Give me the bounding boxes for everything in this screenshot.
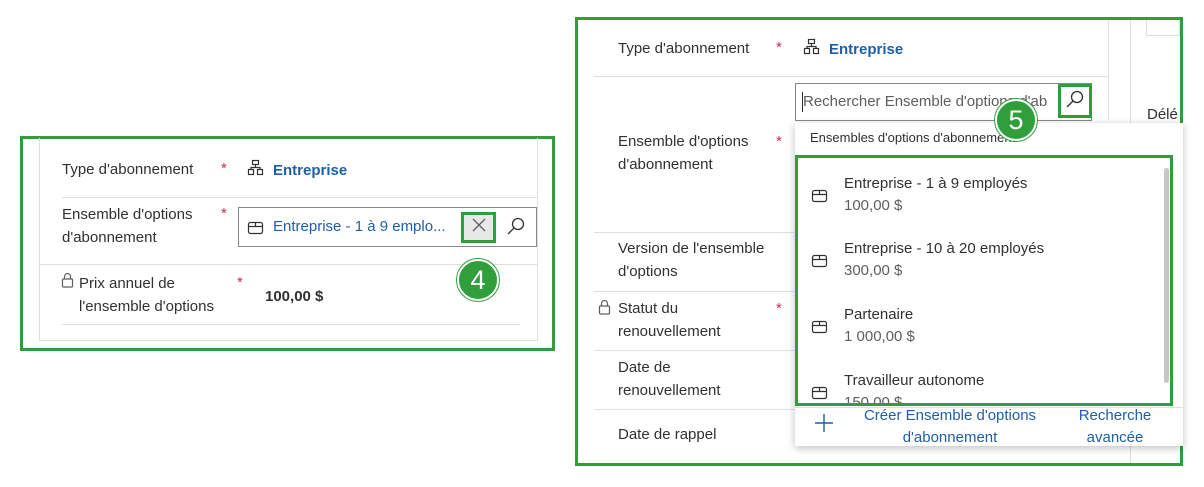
result-name: Travailleur autonome [844,372,985,389]
reminder-date-label: Date de rappel [618,426,717,443]
result-price: 300,00 $ [844,262,903,279]
row-divider [594,76,1108,77]
result-name: Entreprise - 1 à 9 employés [844,175,1028,192]
lock-icon [598,299,611,320]
required-indicator: * [776,133,782,150]
search-icon [506,217,526,240]
option-set-label: Ensemble d'options d'abonnement [62,206,193,246]
required-indicator: * [776,39,782,56]
search-button[interactable] [1058,84,1092,118]
renewal-date-label: Date de renouvellement [618,359,721,399]
plus-icon [813,414,835,438]
row-divider [594,291,794,292]
package-icon [811,318,828,340]
callout-badge-4: 4 [457,259,499,301]
search-icon [1065,89,1085,114]
new-record-button[interactable] [813,412,835,439]
subscription-type-value[interactable]: Entreprise [803,38,903,60]
package-icon [811,384,828,403]
result-price: 1 000,00 $ [844,328,915,345]
result-item[interactable]: Partenaire 1 000,00 $ [798,306,1168,372]
result-price: 100,00 $ [844,197,903,214]
clear-selection-button[interactable] [461,212,496,243]
far-right-box [1146,20,1180,36]
dropdown-header: Ensembles d'options d'abonnement [810,130,1016,145]
row-divider [594,409,794,410]
hierarchy-icon [803,38,820,60]
hierarchy-icon [247,159,264,181]
renewal-status-label: Statut du renouvellement [618,300,721,340]
subscription-type-link[interactable]: Entreprise [273,162,347,179]
result-item[interactable]: Entreprise - 1 à 9 employés 100,00 $ [798,175,1168,241]
required-indicator: * [776,300,782,317]
row-divider [62,197,538,198]
result-price: 150,00 $ [844,394,903,406]
advanced-search-link[interactable]: Recherche avancée [1070,405,1160,449]
callout-badge-5: 5 [995,99,1037,141]
option-set-search-input[interactable]: Rechercher Ensemble d'options d'ab [795,83,1092,121]
row-divider [62,324,520,325]
right-column-border [1108,20,1109,120]
results-scrollbar[interactable] [1164,168,1169,383]
subscription-type-link[interactable]: Entreprise [829,41,903,58]
required-indicator: * [237,274,243,291]
delegate-truncated-label: Délé [1147,106,1178,123]
subscription-type-label: Type d'abonnement [62,161,194,178]
row-divider [594,350,794,351]
close-icon [472,218,486,237]
subscription-type-label: Type d'abonnement [618,40,750,57]
result-name: Entreprise - 10 à 20 employés [844,240,1045,257]
package-icon [247,219,264,241]
result-item[interactable]: Travailleur autonome 150,00 $ [798,372,1168,406]
result-item[interactable]: Entreprise - 10 à 20 employés 300,00 $ [798,240,1168,306]
result-name: Partenaire [844,306,914,323]
row-divider [594,232,794,233]
version-label: Version de l'ensemble d'options [618,240,765,280]
package-icon [811,252,828,274]
subscription-type-value[interactable]: Entreprise [247,159,347,181]
create-option-set-link[interactable]: Créer Ensemble d'options d'abonnement [855,405,1045,449]
annual-price-label: Prix annuel de l'ensemble d'options [79,275,214,315]
required-indicator: * [221,205,227,222]
option-set-selected-value[interactable]: Entreprise - 1 à 9 emplo... [273,218,453,235]
search-button[interactable] [506,216,526,241]
results-list: Entreprise - 1 à 9 employés 100,00 $ Ent… [795,155,1173,406]
option-set-label: Ensemble d'options d'abonnement [618,133,749,173]
lock-icon [61,272,74,293]
package-icon [811,187,828,209]
required-indicator: * [221,160,227,177]
annual-price-value: 100,00 $ [265,288,324,305]
